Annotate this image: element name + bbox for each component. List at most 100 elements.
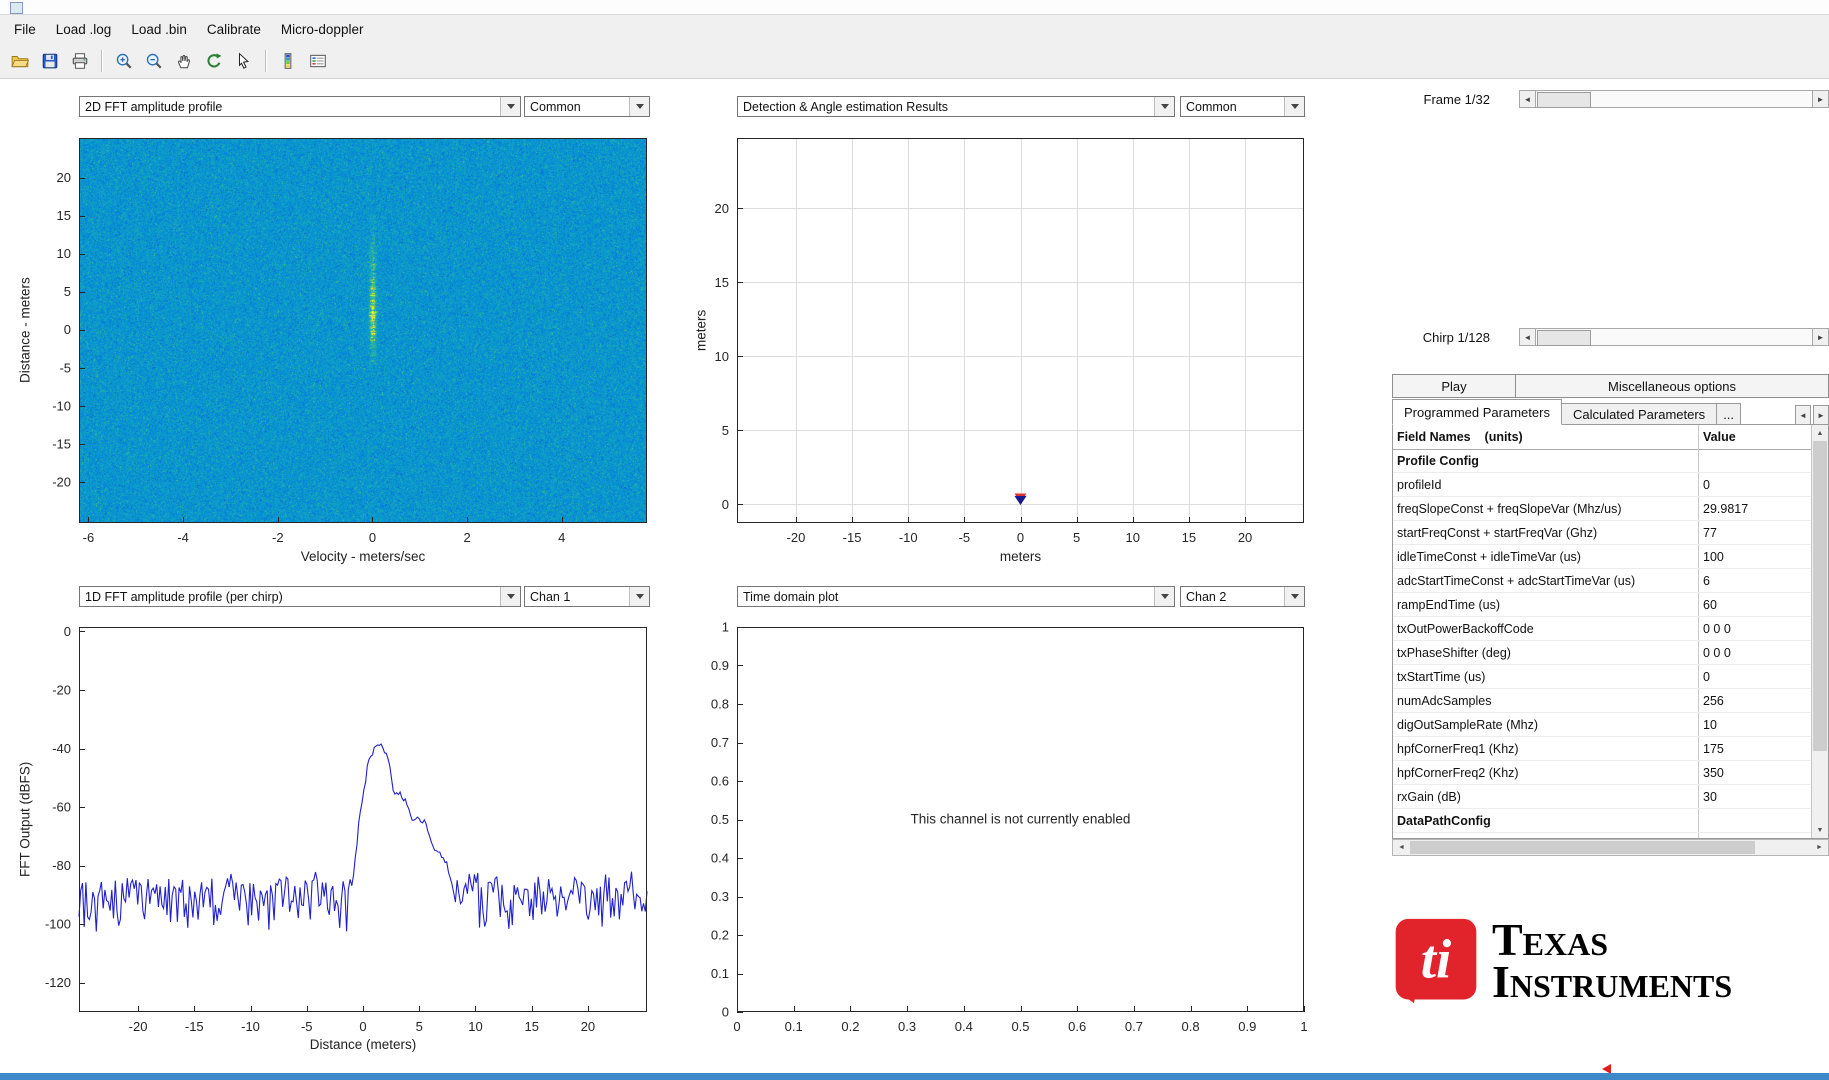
param-row[interactable]: rxGain (dB) 30 (1393, 785, 1811, 809)
param-row[interactable]: digOutSampleRate (Mhz) 10 (1393, 713, 1811, 737)
menu-item-load-log[interactable]: Load .log (46, 17, 122, 42)
timedomain-axes[interactable]: This channel is not currently enabled 0 0.… (677, 617, 1324, 1080)
horizontal-scrollbar-thumb[interactable] (1410, 841, 1755, 854)
channel-disabled-message: This channel is not currently enabled (911, 812, 1131, 827)
scroll-left-icon[interactable]: ◄ (1393, 840, 1410, 855)
y-tick-label: -120 (45, 975, 71, 990)
param-row[interactable]: hpfCornerFreq1 (Khz) 175 (1393, 737, 1811, 761)
scroll-right-icon[interactable]: ► (1811, 840, 1828, 855)
fft1d-line-plot[interactable]: -20 -15 -10 -5 0 5 10 15 20 0 -20 -40 -60 -80 -100 -120 (19, 617, 669, 1080)
menu-item-calibrate[interactable]: Calibrate (197, 17, 271, 42)
fft2d-heatmap-plot[interactable]: -6 -4 -2 0 2 4 20 15 10 5 0 -5 -10 -15 -20 (19, 128, 669, 608)
data-cursor-button[interactable] (230, 47, 258, 75)
x-tick-label: 0.3 (898, 1019, 916, 1034)
y-tick-label: -60 (52, 800, 71, 815)
plot1-view-value: 2D FFT amplitude profile (85, 99, 223, 114)
print-button[interactable] (66, 47, 94, 75)
param-value: 0 (1703, 477, 1710, 492)
frame-slider-thumb[interactable] (1537, 92, 1591, 108)
tabs-scroll-right-button[interactable]: ► (1813, 405, 1829, 425)
menu-item-load-bin[interactable]: Load .bin (121, 17, 197, 42)
pan-button[interactable] (170, 47, 198, 75)
param-value: 30 (1703, 789, 1717, 804)
insert-legend-button[interactable] (304, 47, 332, 75)
fft2d-axes[interactable]: -6 -4 -2 0 2 420151050-5-10-15-20 (19, 128, 667, 608)
open-folder-icon (11, 56, 29, 68)
frame-slider-right-arrow[interactable]: ► (1812, 90, 1829, 108)
plot1-channel-select[interactable]: Common (524, 96, 650, 117)
param-name: txPhaseShifter (deg) (1393, 641, 1699, 664)
plot2-view-select[interactable]: Detection & Angle estimation Results (737, 96, 1175, 117)
param-value (1699, 809, 1811, 832)
tab-more[interactable]: ... (1716, 403, 1742, 425)
plot2-channel-select[interactable]: Common (1180, 96, 1305, 117)
insert-colorbar-button[interactable] (274, 47, 302, 75)
x-tick-label: -20 (129, 1019, 148, 1034)
param-row[interactable]: profileId 0 (1393, 473, 1811, 497)
chevron-down-icon[interactable] (629, 97, 649, 116)
param-section-row[interactable]: Profile Config (1393, 449, 1811, 473)
param-row[interactable]: hpfCornerFreq2 (Khz) 350 (1393, 761, 1811, 785)
y-tick-label: 0.8 (711, 697, 729, 712)
chirp-slider-thumb[interactable] (1537, 330, 1591, 346)
param-row[interactable]: txPhaseShifter (deg) 0 0 0 (1393, 641, 1811, 665)
chirp-counter-label: Chirp 1/128 (1422, 330, 1490, 345)
rotate-3d-button[interactable] (200, 47, 228, 75)
chevron-down-icon[interactable] (500, 97, 520, 116)
parameters-table-vertical-scrollbar[interactable]: ▲ ▼ (1811, 425, 1828, 838)
param-value: 0 (1703, 669, 1710, 684)
time-domain-plot[interactable]: This channel is not currently enabled 0 0.… (677, 617, 1327, 1080)
open-folder-button[interactable] (6, 47, 34, 75)
play-button[interactable]: Play (1392, 374, 1516, 398)
menu-item-file[interactable]: File (4, 17, 46, 42)
param-row[interactable]: txStartTime (us) 0 (1393, 665, 1811, 689)
param-row[interactable]: rampEndTime (us) 60 (1393, 593, 1811, 617)
y-tick-label: 0.9 (711, 658, 729, 673)
chevron-down-icon[interactable] (1154, 97, 1174, 116)
zoom-in-button[interactable] (110, 47, 138, 75)
menu-item-micro-doppler[interactable]: Micro-doppler (271, 17, 374, 42)
frame-slider[interactable]: ◄ ► (1519, 90, 1829, 108)
param-row[interactable]: numAdcSamples 256 (1393, 689, 1811, 713)
scroll-down-icon[interactable]: ▼ (1812, 822, 1828, 838)
chirp-slider[interactable]: ◄ ► (1519, 328, 1829, 346)
fft1d-axes[interactable]: -20 -15 -10 -5 0 5 10 15 20 0 -20 -40 -60 -80 -100 -120 (19, 617, 667, 1080)
x-tick-label: -2 (272, 530, 284, 545)
plot1-view-select[interactable]: 2D FFT amplitude profile (79, 96, 521, 117)
detection-axes[interactable]: -20 -15 -10 -5 0 5 10 15 20 0 5 10 15 20 (677, 128, 1324, 608)
detection-scatter-plot[interactable]: -20 -15 -10 -5 0 5 10 15 20 0 5 10 15 20 (677, 128, 1327, 608)
param-row[interactable]: startFreqConst + startFreqVar (Ghz) 77 (1393, 521, 1811, 545)
param-row[interactable]: freqSlopeConst + freqSlopeVar (Mhz/us) 29… (1393, 497, 1811, 521)
chirp-slider-left-arrow[interactable]: ◄ (1519, 328, 1536, 346)
param-row[interactable]: idleTimeConst + idleTimeVar (us) 100 (1393, 545, 1811, 569)
param-row[interactable]: txOutPowerBackoffCode 0 0 0 (1393, 617, 1811, 641)
y-tick-label: -20 (52, 474, 71, 489)
x-tick-label: 20 (581, 1019, 595, 1034)
param-row[interactable]: transferFmtPkt0ADC_DATA_ONL (1393, 833, 1811, 838)
frame-slider-left-arrow[interactable]: ◄ (1519, 90, 1536, 108)
chirp-slider-right-arrow[interactable]: ► (1812, 328, 1829, 346)
param-section-row[interactable]: DataPathConfig (1393, 809, 1811, 833)
chirp-slider-track[interactable] (1536, 328, 1812, 346)
tab-calculated-parameters[interactable]: Calculated Parameters (1560, 403, 1718, 425)
horizontal-scrollbar-track[interactable] (1410, 840, 1811, 855)
tab-programmed-parameters[interactable]: Programmed Parameters (1392, 399, 1562, 425)
param-name: profileId (1393, 473, 1699, 496)
param-row[interactable]: adcStartTimeConst + adcStartTimeVar (us)… (1393, 569, 1811, 593)
y-tick-label: -100 (45, 917, 71, 932)
parameters-table-horizontal-scrollbar[interactable]: ◄ ► (1392, 839, 1829, 856)
frame-slider-track[interactable] (1536, 90, 1812, 108)
param-value: 350 (1703, 765, 1724, 780)
chevron-down-icon[interactable] (1284, 97, 1304, 116)
scroll-up-icon[interactable]: ▲ (1812, 425, 1828, 441)
parameter-tabs: Programmed Parameters Calculated Paramet… (1392, 399, 1829, 425)
save-button[interactable] (36, 47, 64, 75)
param-value (1699, 449, 1811, 472)
vertical-scrollbar-thumb[interactable] (1813, 441, 1827, 751)
tabs-scroll-left-button[interactable]: ◄ (1795, 405, 1811, 425)
y-tick-label: -80 (52, 858, 71, 873)
x-tick-label: -5 (959, 530, 971, 545)
miscellaneous-options-button[interactable]: Miscellaneous options (1515, 374, 1829, 398)
y-tick-label: 20 (57, 170, 71, 185)
zoom-out-button[interactable] (140, 47, 168, 75)
